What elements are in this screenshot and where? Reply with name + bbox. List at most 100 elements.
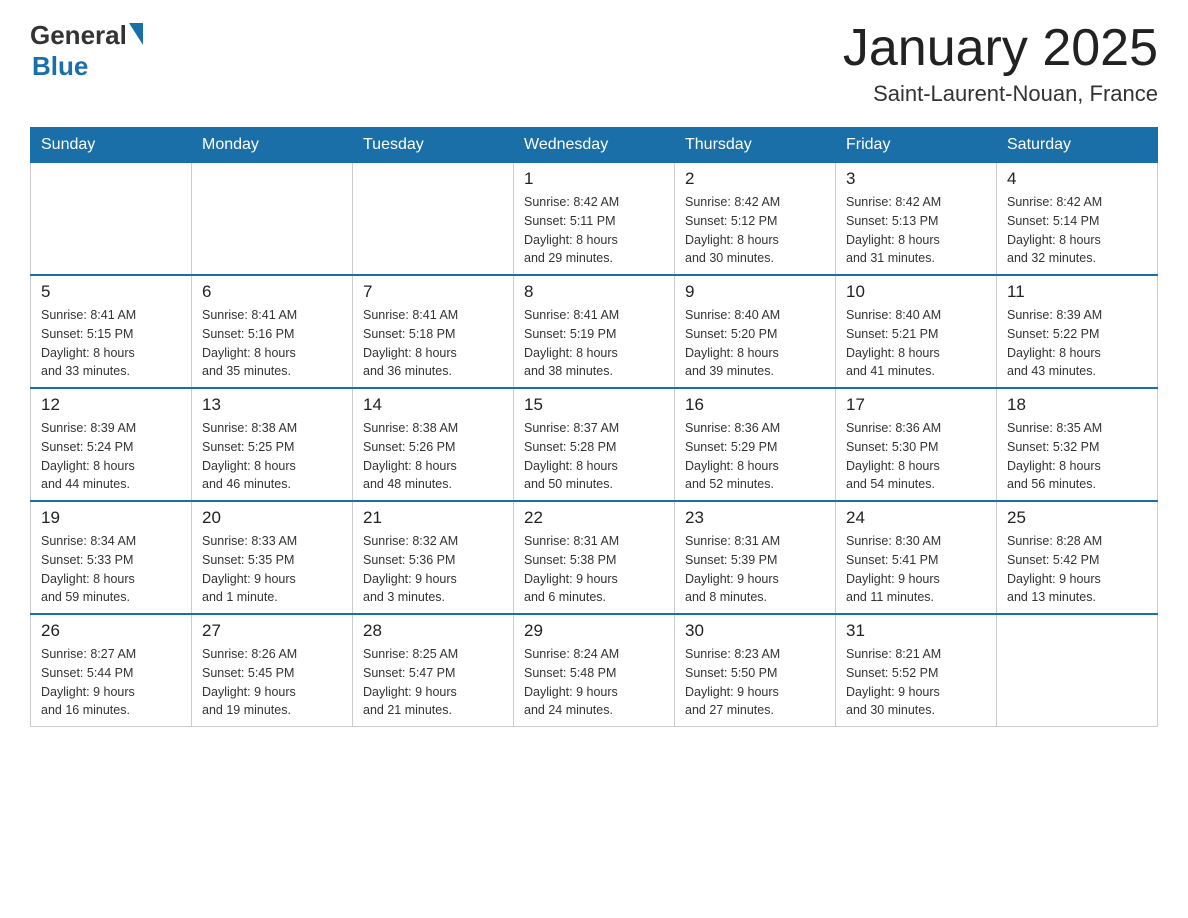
day-info: Sunrise: 8:41 AM Sunset: 5:15 PM Dayligh… (41, 306, 181, 381)
day-number: 17 (846, 395, 986, 415)
day-number: 5 (41, 282, 181, 302)
column-header-wednesday: Wednesday (514, 128, 675, 163)
day-info: Sunrise: 8:42 AM Sunset: 5:14 PM Dayligh… (1007, 193, 1147, 268)
location-title: Saint-Laurent-Nouan, France (843, 81, 1158, 107)
calendar-week-row: 12 Sunrise: 8:39 AM Sunset: 5:24 PM Dayli… (31, 388, 1158, 501)
day-info: Sunrise: 8:37 AM Sunset: 5:28 PM Dayligh… (524, 419, 664, 494)
calendar-cell: 27Sunrise: 8:26 AM Sunset: 5:45 PM Dayli… (192, 614, 353, 727)
calendar-week-row: 5 Sunrise: 8:41 AM Sunset: 5:15 PM Daylig… (31, 275, 1158, 388)
day-info: Sunrise: 8:41 AM Sunset: 5:19 PM Dayligh… (524, 306, 664, 381)
day-info: Sunrise: 8:38 AM Sunset: 5:25 PM Dayligh… (202, 419, 342, 494)
title-section: January 2025 Saint-Laurent-Nouan, France (843, 20, 1158, 107)
day-info: Sunrise: 8:39 AM Sunset: 5:22 PM Dayligh… (1007, 306, 1147, 381)
day-info: Sunrise: 8:39 AM Sunset: 5:24 PM Dayligh… (41, 419, 181, 494)
day-info: Sunrise: 8:38 AM Sunset: 5:26 PM Dayligh… (363, 419, 503, 494)
calendar-cell: 28 Sunrise: 8:25 AM Sunset: 5:47 PM Dayli… (353, 614, 514, 727)
month-title: January 2025 (843, 20, 1158, 77)
day-number: 16 (685, 395, 825, 415)
day-number: 21 (363, 508, 503, 528)
day-number: 13 (202, 395, 342, 415)
calendar-cell: 20Sunrise: 8:33 AM Sunset: 5:35 PM Dayli… (192, 501, 353, 614)
column-header-sunday: Sunday (31, 128, 192, 163)
calendar-week-row: 26Sunrise: 8:27 AM Sunset: 5:44 PM Dayli… (31, 614, 1158, 727)
day-number: 27 (202, 621, 342, 641)
calendar-cell: 25Sunrise: 8:28 AM Sunset: 5:42 PM Dayli… (997, 501, 1158, 614)
calendar-cell: 15 Sunrise: 8:37 AM Sunset: 5:28 PM Dayli… (514, 388, 675, 501)
calendar-cell: 18Sunrise: 8:35 AM Sunset: 5:32 PM Dayli… (997, 388, 1158, 501)
day-info: Sunrise: 8:42 AM Sunset: 5:12 PM Dayligh… (685, 193, 825, 268)
logo-triangle-icon (129, 23, 143, 45)
day-info: Sunrise: 8:21 AM Sunset: 5:52 PM Dayligh… (846, 645, 986, 720)
day-info: Sunrise: 8:41 AM Sunset: 5:16 PM Dayligh… (202, 306, 342, 381)
day-info: Sunrise: 8:28 AM Sunset: 5:42 PM Dayligh… (1007, 532, 1147, 607)
calendar-cell: 31Sunrise: 8:21 AM Sunset: 5:52 PM Dayli… (836, 614, 997, 727)
day-number: 14 (363, 395, 503, 415)
day-info: Sunrise: 8:42 AM Sunset: 5:11 PM Dayligh… (524, 193, 664, 268)
day-number: 1 (524, 169, 664, 189)
day-number: 12 (41, 395, 181, 415)
calendar-cell: 2 Sunrise: 8:42 AM Sunset: 5:12 PM Daylig… (675, 163, 836, 276)
day-number: 7 (363, 282, 503, 302)
logo: General Blue (30, 20, 143, 82)
day-number: 30 (685, 621, 825, 641)
calendar-cell: 26Sunrise: 8:27 AM Sunset: 5:44 PM Dayli… (31, 614, 192, 727)
day-info: Sunrise: 8:30 AM Sunset: 5:41 PM Dayligh… (846, 532, 986, 607)
calendar-cell: 4 Sunrise: 8:42 AM Sunset: 5:14 PM Daylig… (997, 163, 1158, 276)
calendar-cell: 3 Sunrise: 8:42 AM Sunset: 5:13 PM Daylig… (836, 163, 997, 276)
calendar-cell: 19Sunrise: 8:34 AM Sunset: 5:33 PM Dayli… (31, 501, 192, 614)
day-info: Sunrise: 8:34 AM Sunset: 5:33 PM Dayligh… (41, 532, 181, 607)
day-number: 26 (41, 621, 181, 641)
day-number: 6 (202, 282, 342, 302)
day-number: 4 (1007, 169, 1147, 189)
day-number: 24 (846, 508, 986, 528)
calendar-cell: 8 Sunrise: 8:41 AM Sunset: 5:19 PM Daylig… (514, 275, 675, 388)
calendar-cell: 23Sunrise: 8:31 AM Sunset: 5:39 PM Dayli… (675, 501, 836, 614)
calendar-cell: 29 Sunrise: 8:24 AM Sunset: 5:48 PM Dayli… (514, 614, 675, 727)
calendar-cell: 10Sunrise: 8:40 AM Sunset: 5:21 PM Dayli… (836, 275, 997, 388)
day-info: Sunrise: 8:23 AM Sunset: 5:50 PM Dayligh… (685, 645, 825, 720)
day-number: 15 (524, 395, 664, 415)
calendar-cell: 6 Sunrise: 8:41 AM Sunset: 5:16 PM Daylig… (192, 275, 353, 388)
calendar-table: SundayMondayTuesdayWednesdayThursdayFrid… (30, 127, 1158, 727)
calendar-cell (997, 614, 1158, 727)
column-header-tuesday: Tuesday (353, 128, 514, 163)
day-number: 3 (846, 169, 986, 189)
day-number: 2 (685, 169, 825, 189)
day-number: 20 (202, 508, 342, 528)
day-info: Sunrise: 8:36 AM Sunset: 5:30 PM Dayligh… (846, 419, 986, 494)
page-header: General Blue January 2025 Saint-Laurent-… (30, 20, 1158, 107)
calendar-cell: 7 Sunrise: 8:41 AM Sunset: 5:18 PM Daylig… (353, 275, 514, 388)
calendar-week-row: 19Sunrise: 8:34 AM Sunset: 5:33 PM Dayli… (31, 501, 1158, 614)
calendar-cell: 30 Sunrise: 8:23 AM Sunset: 5:50 PM Dayli… (675, 614, 836, 727)
day-info: Sunrise: 8:31 AM Sunset: 5:38 PM Dayligh… (524, 532, 664, 607)
day-number: 22 (524, 508, 664, 528)
day-info: Sunrise: 8:40 AM Sunset: 5:20 PM Dayligh… (685, 306, 825, 381)
column-header-thursday: Thursday (675, 128, 836, 163)
calendar-cell: 24 Sunrise: 8:30 AM Sunset: 5:41 PM Dayli… (836, 501, 997, 614)
day-info: Sunrise: 8:42 AM Sunset: 5:13 PM Dayligh… (846, 193, 986, 268)
day-info: Sunrise: 8:40 AM Sunset: 5:21 PM Dayligh… (846, 306, 986, 381)
calendar-cell: 17 Sunrise: 8:36 AM Sunset: 5:30 PM Dayli… (836, 388, 997, 501)
day-info: Sunrise: 8:31 AM Sunset: 5:39 PM Dayligh… (685, 532, 825, 607)
calendar-week-row: 1 Sunrise: 8:42 AM Sunset: 5:11 PM Daylig… (31, 163, 1158, 276)
day-number: 28 (363, 621, 503, 641)
day-number: 29 (524, 621, 664, 641)
day-number: 8 (524, 282, 664, 302)
calendar-cell: 22 Sunrise: 8:31 AM Sunset: 5:38 PM Dayli… (514, 501, 675, 614)
calendar-cell (192, 163, 353, 276)
day-number: 9 (685, 282, 825, 302)
day-info: Sunrise: 8:24 AM Sunset: 5:48 PM Dayligh… (524, 645, 664, 720)
day-number: 11 (1007, 282, 1147, 302)
day-info: Sunrise: 8:36 AM Sunset: 5:29 PM Dayligh… (685, 419, 825, 494)
calendar-cell: 11 Sunrise: 8:39 AM Sunset: 5:22 PM Dayli… (997, 275, 1158, 388)
day-number: 18 (1007, 395, 1147, 415)
day-info: Sunrise: 8:41 AM Sunset: 5:18 PM Dayligh… (363, 306, 503, 381)
column-header-monday: Monday (192, 128, 353, 163)
calendar-header-row: SundayMondayTuesdayWednesdayThursdayFrid… (31, 128, 1158, 163)
calendar-cell (31, 163, 192, 276)
logo-general: General (30, 20, 127, 51)
calendar-cell: 9 Sunrise: 8:40 AM Sunset: 5:20 PM Daylig… (675, 275, 836, 388)
day-info: Sunrise: 8:25 AM Sunset: 5:47 PM Dayligh… (363, 645, 503, 720)
calendar-cell: 12 Sunrise: 8:39 AM Sunset: 5:24 PM Dayli… (31, 388, 192, 501)
calendar-cell: 16 Sunrise: 8:36 AM Sunset: 5:29 PM Dayli… (675, 388, 836, 501)
